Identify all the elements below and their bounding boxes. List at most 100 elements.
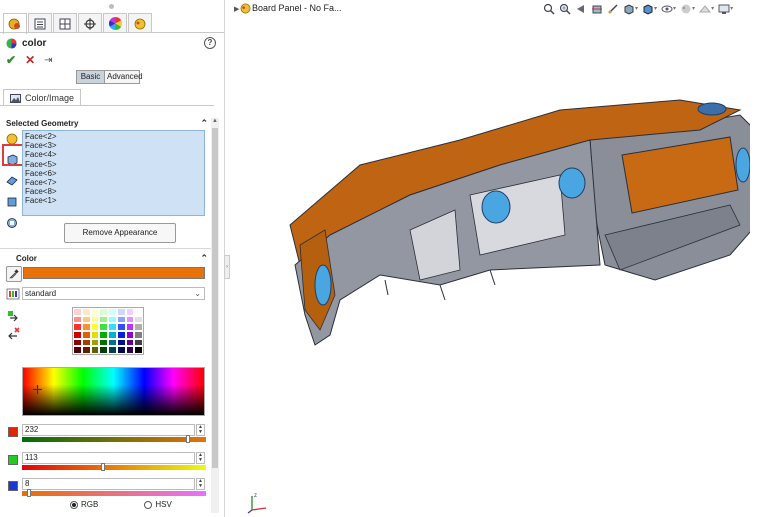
selected-faces-list[interactable]: Face<2> Face<3> Face<4> Face<5> Face<6> … bbox=[22, 130, 205, 216]
zoom-to-fit-icon[interactable] bbox=[542, 2, 555, 15]
color-spectrum-picker[interactable] bbox=[22, 367, 205, 416]
tab-display[interactable] bbox=[103, 13, 127, 33]
palette-swatch[interactable] bbox=[90, 338, 100, 347]
palette-swatch[interactable] bbox=[134, 346, 143, 354]
color-swatch-palette[interactable] bbox=[72, 307, 144, 355]
vent-left[interactable] bbox=[314, 264, 332, 306]
tab-dimxpert[interactable] bbox=[78, 13, 102, 33]
add-swatch-icon[interactable] bbox=[6, 309, 20, 323]
palette-swatch[interactable] bbox=[108, 338, 117, 347]
flyout-tree-arrow-icon[interactable]: ▶ bbox=[234, 5, 239, 13]
palette-swatch[interactable] bbox=[125, 308, 135, 316]
palette-swatch[interactable] bbox=[116, 308, 126, 316]
list-item[interactable]: Face<5> bbox=[25, 160, 202, 169]
palette-swatch[interactable] bbox=[99, 308, 108, 316]
surface-select-icon[interactable] bbox=[5, 174, 19, 188]
graphics-viewport[interactable]: ▶ Board Panel - No Fa... ▾ ▾ ▾ ▾ ▾ ▾ z bbox=[230, 0, 780, 517]
palette-swatch[interactable] bbox=[116, 346, 126, 354]
palette-swatch[interactable] bbox=[81, 346, 91, 354]
rgb-radio[interactable]: RGB bbox=[70, 500, 98, 509]
selected-geometry-header[interactable]: Selected Geometry ⌃ bbox=[6, 117, 208, 129]
palette-swatch[interactable] bbox=[116, 330, 126, 339]
palette-swatch[interactable] bbox=[99, 315, 108, 324]
list-item[interactable]: Face<8> bbox=[25, 187, 202, 196]
palette-swatch[interactable] bbox=[81, 330, 91, 339]
green-value-input[interactable]: 113 bbox=[22, 452, 195, 464]
pushpin-icon[interactable]: ⇥ bbox=[44, 55, 52, 66]
advanced-mode-button[interactable]: Advanced bbox=[105, 70, 143, 84]
scroll-thumb[interactable] bbox=[212, 128, 218, 468]
blue-spinner[interactable]: ▲ ▼ bbox=[196, 478, 205, 490]
eyedropper-button[interactable] bbox=[6, 266, 22, 282]
palette-swatch[interactable] bbox=[134, 315, 143, 324]
panel-scrollbar[interactable]: ▲ bbox=[211, 118, 219, 513]
tab-configuration[interactable] bbox=[53, 13, 77, 33]
palette-swatch[interactable] bbox=[73, 323, 82, 331]
scroll-up-icon[interactable]: ▲ bbox=[211, 118, 219, 124]
palette-swatch[interactable] bbox=[73, 330, 82, 339]
palette-swatch[interactable] bbox=[134, 330, 143, 339]
palette-swatch[interactable] bbox=[81, 338, 91, 347]
red-slider-thumb[interactable] bbox=[185, 435, 190, 443]
chevron-down-icon[interactable]: ▾ bbox=[673, 5, 676, 12]
palette-swatch[interactable] bbox=[125, 346, 135, 354]
tab-feature-tree[interactable] bbox=[28, 13, 52, 33]
palette-swatch[interactable] bbox=[99, 338, 108, 347]
cancel-x-icon[interactable]: ✕ bbox=[25, 53, 35, 67]
red-value-input[interactable]: 232 bbox=[22, 424, 195, 436]
palette-swatch[interactable] bbox=[99, 330, 108, 339]
palette-swatch[interactable] bbox=[108, 323, 117, 331]
red-spinner[interactable]: ▲ ▼ bbox=[196, 424, 205, 436]
palette-swatch[interactable] bbox=[73, 338, 82, 347]
palette-swatch[interactable] bbox=[90, 315, 100, 324]
palette-swatch[interactable] bbox=[116, 323, 126, 331]
current-color-swatch[interactable] bbox=[23, 267, 205, 279]
palette-swatch[interactable] bbox=[125, 330, 135, 339]
palette-swatch[interactable] bbox=[108, 308, 117, 316]
chevron-down-icon[interactable]: ▾ bbox=[730, 5, 733, 12]
display-style-icon[interactable] bbox=[641, 2, 654, 15]
zoom-to-area-icon[interactable] bbox=[558, 2, 571, 15]
chevron-down-icon[interactable]: ▾ bbox=[692, 5, 695, 12]
palette-swatch[interactable] bbox=[125, 338, 135, 347]
palette-swatch[interactable] bbox=[108, 346, 117, 354]
palette-swatch[interactable] bbox=[90, 323, 100, 331]
feature-select-icon[interactable] bbox=[5, 216, 19, 230]
tab-appearances[interactable] bbox=[3, 13, 27, 34]
palette-swatch[interactable] bbox=[134, 338, 143, 347]
list-item[interactable]: Face<3> bbox=[25, 141, 202, 150]
hide-show-items-icon[interactable] bbox=[660, 2, 673, 15]
palette-swatch[interactable] bbox=[81, 315, 91, 324]
list-item[interactable]: Face<6> bbox=[25, 169, 202, 178]
palette-swatch[interactable] bbox=[116, 315, 126, 324]
list-item[interactable]: Face<1> bbox=[25, 196, 202, 205]
palette-swatch[interactable] bbox=[81, 308, 91, 316]
hsv-radio[interactable]: HSV bbox=[144, 500, 172, 509]
palette-swatch[interactable] bbox=[90, 308, 100, 316]
palette-swatch[interactable] bbox=[125, 315, 135, 324]
chevron-down-icon[interactable]: ▾ bbox=[711, 5, 714, 12]
help-icon[interactable]: ? bbox=[204, 37, 216, 49]
feature-tree-root-label[interactable]: Board Panel - No Fa... bbox=[252, 3, 342, 13]
vent-center-left[interactable] bbox=[481, 190, 511, 224]
rgb-radio-dot[interactable] bbox=[70, 500, 78, 509]
panel-grip-handle[interactable] bbox=[109, 4, 114, 9]
basic-mode-button[interactable]: Basic bbox=[76, 70, 105, 84]
palette-dropdown[interactable]: standard ⌄ bbox=[22, 287, 205, 300]
spectrum-crosshair-icon[interactable] bbox=[33, 385, 42, 394]
palette-swatch[interactable] bbox=[81, 323, 91, 331]
view-settings-icon[interactable] bbox=[717, 2, 730, 15]
green-slider-track[interactable] bbox=[22, 465, 206, 470]
palette-swatch[interactable] bbox=[90, 330, 100, 339]
edit-appearance-icon[interactable] bbox=[679, 2, 692, 15]
chevron-up-icon[interactable]: ⌃ bbox=[200, 118, 208, 129]
chevron-down-icon[interactable]: ▾ bbox=[635, 5, 638, 12]
vent-right[interactable] bbox=[735, 147, 750, 183]
section-view-icon[interactable] bbox=[590, 2, 603, 15]
hsv-radio-dot[interactable] bbox=[144, 500, 153, 509]
blue-slider-thumb[interactable] bbox=[27, 489, 32, 497]
palette-swatch[interactable] bbox=[90, 346, 100, 354]
palette-swatch[interactable] bbox=[125, 323, 135, 331]
palette-swatch[interactable] bbox=[116, 338, 126, 347]
apply-scene-icon[interactable] bbox=[698, 2, 711, 15]
